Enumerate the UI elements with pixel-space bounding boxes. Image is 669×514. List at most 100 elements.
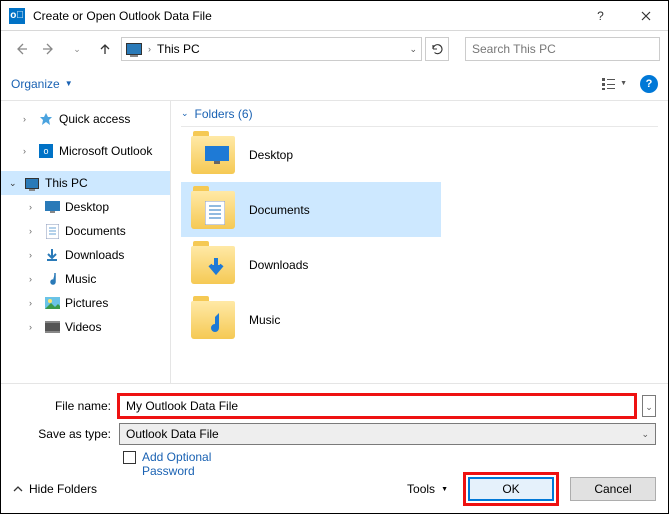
tree-label: Music <box>65 272 96 286</box>
section-title: Folders (6) <box>195 107 253 121</box>
savetype-combo[interactable]: Outlook Data File ⌄ <box>119 423 656 445</box>
chevron-down-icon: ▼ <box>620 80 627 87</box>
pictures-icon <box>43 295 61 311</box>
star-icon <box>37 111 55 127</box>
arrow-right-icon <box>42 42 56 56</box>
close-button[interactable] <box>623 1 668 30</box>
tree-music[interactable]: › Music <box>1 267 170 291</box>
tree-pictures[interactable]: › Pictures <box>1 291 170 315</box>
ok-button[interactable]: OK <box>468 477 554 501</box>
chevron-down-icon: ▼ <box>65 79 73 88</box>
refresh-icon <box>431 43 444 56</box>
file-form: File name: ⌄ Save as type: Outlook Data … <box>1 383 668 479</box>
search-input[interactable]: Search This PC <box>465 37 660 61</box>
main-panel: › Quick access › o Microsoft Outlook ⌄ T… <box>1 101 668 383</box>
desktop-icon <box>43 199 61 215</box>
tree-label: This PC <box>45 176 88 190</box>
folder-label: Documents <box>249 203 310 217</box>
expand-icon[interactable]: › <box>29 226 39 236</box>
tree-quick-access[interactable]: › Quick access <box>1 107 170 131</box>
forward-button[interactable] <box>37 37 61 61</box>
navigation-bar: ⌄ › This PC ⌄ Search This PC <box>1 31 668 67</box>
outlook-app-icon: o⃞ <box>9 8 25 24</box>
window-title: Create or Open Outlook Data File <box>33 9 578 23</box>
folder-label: Desktop <box>249 148 293 162</box>
folder-content: ⌄ Folders (6) Desktop Documents Download… <box>171 101 668 383</box>
collapse-icon[interactable]: ⌄ <box>9 178 19 189</box>
downloads-icon <box>205 256 227 278</box>
filename-input[interactable] <box>119 395 635 417</box>
toolbar: Organize ▼ ▼ ? <box>1 67 668 101</box>
tree-microsoft-outlook[interactable]: › o Microsoft Outlook <box>1 139 170 163</box>
chevron-up-icon <box>13 484 23 494</box>
ok-label: OK <box>502 482 519 496</box>
expand-icon[interactable]: › <box>29 202 39 212</box>
expand-icon[interactable]: › <box>23 114 33 124</box>
optional-password-checkbox[interactable] <box>123 451 136 464</box>
recent-button[interactable]: ⌄ <box>65 37 89 61</box>
organize-label: Organize <box>11 77 60 91</box>
help-icon[interactable]: ? <box>640 75 658 93</box>
savetype-label: Save as type: <box>13 427 111 441</box>
tree-videos[interactable]: › Videos <box>1 315 170 339</box>
folder-documents[interactable]: Documents <box>181 182 441 237</box>
folder-desktop[interactable]: Desktop <box>181 127 441 182</box>
expand-icon[interactable]: › <box>29 298 39 308</box>
outlook-icon: o <box>37 143 55 159</box>
folders-section-header[interactable]: ⌄ Folders (6) <box>181 101 658 127</box>
filename-label: File name: <box>13 399 111 413</box>
tools-label: Tools <box>407 482 435 496</box>
organize-menu[interactable]: Organize ▼ <box>11 77 73 91</box>
chevron-down-icon: ⌄ <box>641 429 649 440</box>
address-dropdown-icon[interactable]: ⌄ <box>409 44 417 55</box>
tree-documents[interactable]: › Documents <box>1 219 170 243</box>
tools-menu[interactable]: Tools ▼ <box>407 482 448 496</box>
up-button[interactable] <box>93 37 117 61</box>
tree-this-pc[interactable]: ⌄ This PC <box>1 171 170 195</box>
refresh-button[interactable] <box>425 37 449 61</box>
expand-icon[interactable]: › <box>29 274 39 284</box>
folder-icon <box>191 246 235 284</box>
title-bar: o⃞ Create or Open Outlook Data File ? <box>1 1 668 31</box>
tree-label: Pictures <box>65 296 108 310</box>
documents-icon <box>43 223 61 239</box>
expand-icon[interactable]: › <box>23 146 33 156</box>
address-bar[interactable]: › This PC ⌄ <box>121 37 422 61</box>
tree-label: Microsoft Outlook <box>59 144 152 158</box>
expand-icon[interactable]: › <box>29 322 39 332</box>
cancel-button[interactable]: Cancel <box>570 477 656 501</box>
view-options-button[interactable]: ▼ <box>600 73 628 95</box>
tree-label: Desktop <box>65 200 109 214</box>
close-icon <box>641 11 651 21</box>
chevron-down-icon: ▼ <box>441 486 448 493</box>
breadcrumb-location[interactable]: This PC <box>157 42 200 56</box>
videos-icon <box>43 319 61 335</box>
music-icon <box>205 311 227 335</box>
tree-downloads[interactable]: › Downloads <box>1 243 170 267</box>
button-bar: Hide Folders Tools ▼ OK Cancel <box>13 475 656 503</box>
hide-folders-button[interactable]: Hide Folders <box>13 482 97 496</box>
folder-label: Downloads <box>249 258 308 272</box>
cancel-label: Cancel <box>594 482 631 496</box>
back-button[interactable] <box>9 37 33 61</box>
folder-icon <box>191 136 235 174</box>
tree-label: Videos <box>65 320 101 334</box>
tree-desktop[interactable]: › Desktop <box>1 195 170 219</box>
hide-folders-label: Hide Folders <box>29 482 97 496</box>
documents-icon <box>205 201 225 225</box>
view-icon <box>601 77 618 91</box>
folder-music[interactable]: Music <box>181 292 441 347</box>
navigation-tree: › Quick access › o Microsoft Outlook ⌄ T… <box>1 101 171 383</box>
expand-icon[interactable]: › <box>29 250 39 260</box>
music-icon <box>43 271 61 287</box>
tree-label: Downloads <box>65 248 124 262</box>
downloads-icon <box>43 247 61 263</box>
folder-icon <box>191 191 235 229</box>
help-button[interactable]: ? <box>578 1 623 30</box>
folder-downloads[interactable]: Downloads <box>181 237 441 292</box>
this-pc-icon <box>23 175 41 191</box>
folder-label: Music <box>249 313 280 327</box>
arrow-up-icon <box>98 42 112 56</box>
chevron-down-icon: ⌄ <box>181 108 189 119</box>
filename-dropdown[interactable]: ⌄ <box>642 395 656 417</box>
